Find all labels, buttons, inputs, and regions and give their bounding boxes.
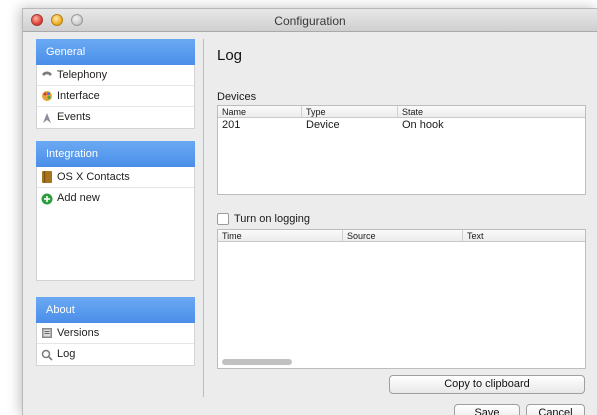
device-type-cell: Device	[306, 119, 340, 131]
sidebar-item-label: OS X Contacts	[57, 170, 130, 183]
sidebar-item-interface[interactable]: Interface	[37, 86, 194, 107]
versions-icon	[41, 327, 53, 339]
sidebar-item-label: Events	[57, 111, 91, 123]
sidebar-item-label: Interface	[57, 89, 100, 102]
window-title: Configuration	[274, 14, 346, 28]
sidebar-item-telephony[interactable]: Telephony	[37, 65, 194, 86]
sidebar-item-versions[interactable]: Versions	[37, 323, 194, 344]
devices-table[interactable]: Name Type State 201 Device On hook	[217, 105, 586, 195]
device-name-cell: 201	[222, 119, 241, 131]
page-title: Log	[217, 47, 243, 64]
table-row[interactable]: 201 Device On hook	[218, 118, 585, 132]
events-icon	[41, 112, 53, 124]
sidebar-item-events[interactable]: Events	[37, 107, 194, 128]
log-table-header: Time Source Text	[218, 230, 585, 242]
column-header-state[interactable]: State	[398, 106, 585, 117]
column-header-name[interactable]: Name	[218, 106, 302, 117]
logging-checkbox-label: Turn on logging	[234, 213, 311, 225]
copy-to-clipboard-button[interactable]: Copy to clipboard	[389, 375, 585, 394]
sidebar-section-header: General	[36, 39, 195, 65]
sidebar-section-header: Integration	[36, 141, 195, 167]
phone-icon	[41, 69, 53, 81]
configuration-window: Configuration General Telephony Interfac…	[22, 8, 597, 415]
column-header-type[interactable]: Type	[302, 106, 398, 117]
logging-toggle[interactable]: Turn on logging	[217, 213, 310, 225]
sidebar-item-label: Versions	[57, 326, 100, 339]
title-bar[interactable]: Configuration	[23, 9, 597, 32]
sidebar-item-log[interactable]: Log	[37, 344, 194, 365]
horizontal-scrollbar[interactable]	[222, 359, 292, 365]
sidebar-item-label: Log	[57, 348, 76, 360]
sidebar-item-add-new[interactable]: Add new	[37, 188, 194, 209]
log-table[interactable]: Time Source Text	[217, 229, 586, 369]
contacts-book-icon	[41, 171, 53, 183]
sidebar-section-general: General Telephony Interface Events	[36, 39, 195, 129]
save-button[interactable]: Save	[454, 404, 520, 415]
logging-checkbox[interactable]	[217, 213, 229, 225]
devices-label: Devices	[217, 91, 257, 103]
column-header-text[interactable]: Text	[463, 230, 585, 241]
sidebar-section-about: About Versions Log	[36, 297, 195, 366]
sidebar-divider	[203, 39, 204, 397]
sidebar-item-label: Telephony	[57, 68, 108, 81]
palette-icon	[41, 90, 53, 102]
column-header-time[interactable]: Time	[218, 230, 343, 241]
device-state-cell: On hook	[402, 119, 444, 131]
log-icon	[41, 349, 53, 361]
devices-table-header: Name Type State	[218, 106, 585, 118]
sidebar-section-integration: Integration OS X Contacts Add new	[36, 141, 195, 281]
sidebar-item-label: Add new	[57, 192, 100, 204]
column-header-source[interactable]: Source	[343, 230, 463, 241]
sidebar-item-os-x-contacts[interactable]: OS X Contacts	[37, 167, 194, 188]
cancel-button[interactable]: Cancel	[526, 404, 585, 415]
sidebar-section-header: About	[36, 297, 195, 323]
add-icon	[41, 193, 53, 205]
